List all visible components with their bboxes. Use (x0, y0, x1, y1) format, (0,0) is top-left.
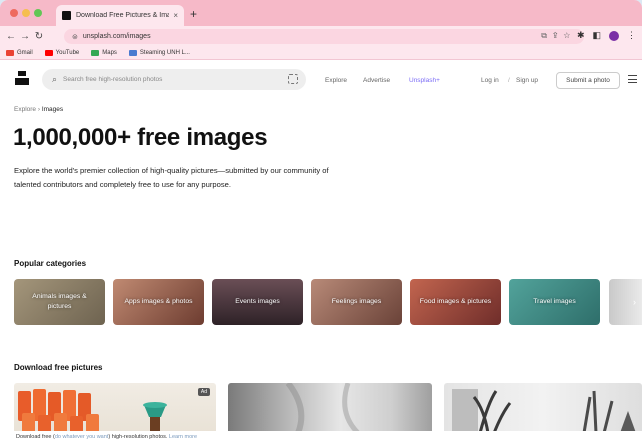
close-window-button[interactable] (10, 9, 18, 17)
page-title: 1,000,000+ free images (13, 124, 268, 151)
tab-strip: Download Free Pictures & Ima × + (0, 0, 642, 26)
search-input[interactable]: ⌕ Search free high-resolution photos (42, 69, 306, 90)
unsplash-logo-icon[interactable] (15, 71, 29, 85)
bookmark-steaming[interactable]: Steaming UNH L... (128, 49, 190, 56)
login-link[interactable]: Log in (481, 77, 499, 84)
toolbar-icons: ✱ ◧ ⋮ (577, 30, 636, 41)
page-description: Explore the world's premier collection o… (14, 166, 329, 189)
photo-plant-image (452, 389, 636, 433)
hamburger-menu-icon[interactable] (628, 75, 637, 86)
categories-carousel: Animals images & pictures Apps images & … (14, 279, 642, 325)
photo-card-fabric[interactable] (228, 383, 432, 433)
nav-explore[interactable]: Explore (325, 77, 347, 84)
new-tab-button[interactable]: + (190, 7, 197, 21)
address-bar-actions: ⧉⇪☆ (541, 31, 576, 41)
address-row: ← → ↻ ⊜ unsplash.com/images ⧉⇪☆ ✱ ◧ ⋮ (0, 26, 642, 46)
bookmark-youtube[interactable]: YouTube (44, 49, 79, 56)
search-icon: ⌕ (52, 74, 58, 84)
photo-card-ad[interactable]: Ad (14, 383, 216, 433)
profile-avatar[interactable] (609, 30, 619, 41)
site-header: ⌕ Search free high-resolution photos Exp… (0, 62, 642, 96)
nav-unsplash-plus[interactable]: Unsplash+ (409, 77, 440, 84)
download-pictures-title: Download free pictures (14, 363, 103, 372)
site-info-icon[interactable]: ⊜ (72, 33, 78, 41)
license-link[interactable]: do whatever you want (55, 434, 109, 440)
tab-close-icon[interactable]: × (173, 11, 178, 20)
category-animals[interactable]: Animals images & pictures (14, 279, 105, 325)
url-text: unsplash.com/images (82, 33, 151, 40)
submit-photo-button[interactable]: Submit a photo (556, 72, 620, 89)
category-apps[interactable]: Apps images & photos (113, 279, 204, 325)
minimize-window-button[interactable] (22, 9, 30, 17)
browser-tab[interactable]: Download Free Pictures & Ima × (56, 5, 184, 26)
category-feelings[interactable]: Feelings images (311, 279, 402, 325)
category-events[interactable]: Events images (212, 279, 303, 325)
photo-drinks-image (18, 389, 167, 433)
tab-title: Download Free Pictures & Ima (76, 12, 170, 19)
breadcrumb: Explore › Images (14, 106, 64, 113)
install-app-icon[interactable]: ⧉ (541, 31, 553, 40)
category-food[interactable]: Food images & pictures (410, 279, 501, 325)
extensions-icon[interactable]: ✱ (577, 30, 585, 41)
ad-badge: Ad (197, 388, 210, 396)
share-icon[interactable]: ⇪ (553, 31, 564, 40)
carousel-next-button[interactable]: › (609, 279, 642, 325)
calendar-icon (128, 49, 137, 56)
photo-fabric-image (285, 383, 360, 433)
bookmarks-bar: Gmail YouTube Maps Steaming UNH L... (0, 46, 642, 60)
more-menu-icon[interactable]: ⋮ (627, 30, 636, 41)
chevron-right-icon: › (633, 297, 636, 307)
auth-divider: / (508, 77, 510, 84)
unsplash-favicon-icon (62, 11, 71, 20)
bookmark-star-icon[interactable]: ☆ (563, 31, 576, 40)
popular-categories-title: Popular categories (14, 259, 87, 268)
bookmark-maps[interactable]: Maps (91, 49, 117, 56)
breadcrumb-current: Images (41, 106, 64, 113)
side-panel-icon[interactable]: ◧ (592, 30, 601, 41)
back-arrow-icon[interactable]: ← (4, 31, 18, 42)
visual-search-icon[interactable] (288, 74, 298, 84)
gmail-icon (6, 49, 14, 56)
category-travel[interactable]: Travel images (509, 279, 600, 325)
youtube-icon (44, 49, 53, 56)
forward-arrow-icon[interactable]: → (18, 31, 32, 42)
reload-icon[interactable]: ↻ (32, 31, 46, 42)
search-placeholder: Search free high-resolution photos (63, 76, 163, 83)
signup-link[interactable]: Sign up (516, 77, 538, 84)
photo-grid: Ad (14, 383, 642, 433)
photo-card-plant[interactable] (444, 383, 642, 433)
breadcrumb-explore[interactable]: Explore (14, 106, 36, 113)
maps-icon (91, 49, 100, 56)
footer-banner: Download free (do whatever you want) hig… (0, 431, 642, 443)
nav-advertise[interactable]: Advertise (363, 77, 390, 84)
maximize-window-button[interactable] (34, 9, 42, 17)
address-bar[interactable]: ⊜ unsplash.com/images ⧉⇪☆ (64, 29, 584, 44)
browser-window: Download Free Pictures & Ima × + ← → ↻ ⊜… (0, 0, 642, 443)
bookmark-gmail[interactable]: Gmail (6, 49, 33, 56)
learn-more-link[interactable]: Learn more (169, 434, 197, 440)
